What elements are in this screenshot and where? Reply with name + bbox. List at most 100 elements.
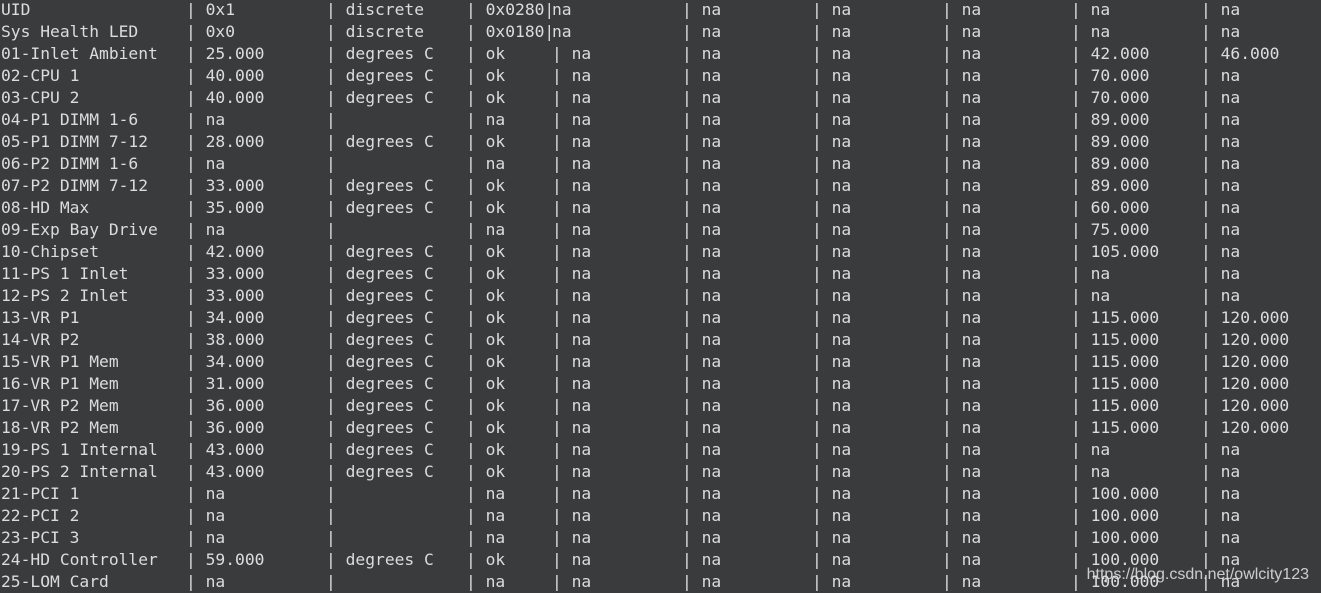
sensor-cell-col0: 10-Chipset: [1, 242, 100, 261]
sensor-cell-col0: 11-PS 1 Inlet: [1, 264, 129, 283]
sensor-row: 21-PCI 1 | na | | na | na | na | na | na | 100.0…: [0, 483, 1321, 505]
sensor-cell-col5: | na: [682, 528, 722, 547]
sensor-cell-col2: | degrees C: [326, 374, 434, 393]
sensor-cell-col6: | na: [812, 198, 852, 217]
sensor-cell-col1: | 0x1: [186, 0, 236, 19]
sensor-cell-col5: | na: [682, 220, 722, 239]
sensor-cell-col3: | 0x0280|: [466, 0, 555, 19]
sensor-cell-col4: | na: [552, 154, 592, 173]
sensor-cell-col1: | 25.000: [186, 44, 265, 63]
sensor-cell-col0: 18-VR P2 Mem: [1, 418, 119, 437]
sensor-cell-col3: | ok: [466, 550, 506, 569]
sensor-cell-col3: | na: [466, 572, 506, 591]
sensor-cell-col1: | 43.000: [186, 440, 265, 459]
sensor-cell-col6: | na: [812, 286, 852, 305]
sensor-cell-col1: | 59.000: [186, 550, 265, 569]
sensor-cell-col9: | na: [1201, 462, 1241, 481]
sensor-cell-col2: | degrees C: [326, 242, 434, 261]
sensor-cell-col7: | na: [942, 440, 982, 459]
sensor-cell-col5: | na: [682, 550, 722, 569]
sensor-cell-col5: | na: [682, 264, 722, 283]
sensor-cell-col7: | na: [942, 308, 982, 327]
sensor-cell-col6: | na: [812, 154, 852, 173]
sensor-cell-col5: | na: [682, 440, 722, 459]
sensor-cell-col5: | na: [682, 0, 722, 19]
sensor-cell-col3: | na: [466, 484, 506, 503]
sensor-cell-col7: | na: [942, 154, 982, 173]
sensor-cell-col4: | na: [552, 528, 592, 547]
sensor-cell-col9: | na: [1201, 66, 1241, 85]
sensor-cell-col3: | ok: [466, 88, 506, 107]
sensor-cell-col3: | ok: [466, 308, 506, 327]
sensor-row: 08-HD Max | 35.000 | degrees C | ok | na | na…: [0, 197, 1321, 219]
sensor-cell-col2: | degrees C: [326, 352, 434, 371]
sensor-cell-col3: | ok: [466, 396, 506, 415]
sensor-cell-col7: | na: [942, 264, 982, 283]
sensor-cell-col2: | degrees C: [326, 330, 434, 349]
sensor-cell-col5: | na: [682, 132, 722, 151]
sensor-cell-col8: | 89.000: [1071, 132, 1150, 151]
sensor-cell-col5: | na: [682, 110, 722, 129]
sensor-cell-col0: 09-Exp Bay Drive: [1, 220, 158, 239]
sensor-cell-col2: | degrees C: [326, 396, 434, 415]
sensor-row: 20-PS 2 Internal | 43.000 | degrees C | ok |…: [0, 461, 1321, 483]
sensor-cell-col9: | 120.000: [1201, 374, 1290, 393]
sensor-cell-col6: | na: [812, 330, 852, 349]
sensor-cell-col7: | na: [942, 220, 982, 239]
sensor-row: 16-VR P1 Mem | 31.000 | degrees C | ok | na |…: [0, 373, 1321, 395]
sensor-cell-col5: | na: [682, 88, 722, 107]
sensor-cell-col1: | 36.000: [186, 418, 265, 437]
sensor-cell-col4: na: [552, 22, 572, 41]
sensor-cell-col8: | 89.000: [1071, 176, 1150, 195]
sensor-cell-col6: | na: [812, 242, 852, 261]
sensor-row: UID | 0x1 | discrete | 0x0280| na | na | na | n…: [0, 0, 1321, 21]
sensor-cell-col0: 24-HD Controller: [1, 550, 158, 569]
sensor-cell-col7: | na: [942, 88, 982, 107]
sensor-cell-col3: | na: [466, 528, 506, 547]
sensor-cell-col7: | na: [942, 484, 982, 503]
sensor-cell-col0: UID: [1, 0, 31, 19]
sensor-cell-col5: | na: [682, 484, 722, 503]
sensor-cell-col6: | na: [812, 440, 852, 459]
sensor-cell-col9: | na: [1201, 220, 1241, 239]
terminal-output[interactable]: UID | 0x1 | discrete | 0x0280| na | na | na | n…: [0, 0, 1321, 593]
sensor-cell-col0: 22-PCI 2: [1, 506, 80, 525]
sensor-cell-col5: | na: [682, 154, 722, 173]
sensor-row: 07-P2 DIMM 7-12 | 33.000 | degrees C | ok | …: [0, 175, 1321, 197]
sensor-cell-col8: | na: [1071, 440, 1111, 459]
sensor-cell-col9: | 120.000: [1201, 308, 1290, 327]
sensor-cell-col3: | ok: [466, 374, 506, 393]
sensor-cell-col6: | na: [812, 66, 852, 85]
sensor-cell-col7: | na: [942, 506, 982, 525]
sensor-cell-col9: | na: [1201, 22, 1241, 41]
sensor-cell-col7: | na: [942, 374, 982, 393]
sensor-cell-col5: | na: [682, 462, 722, 481]
sensor-cell-col0: 19-PS 1 Internal: [1, 440, 158, 459]
sensor-cell-col2: |: [326, 506, 336, 525]
sensor-cell-col2: |: [326, 484, 336, 503]
sensor-cell-col7: | na: [942, 176, 982, 195]
sensor-cell-col1: | na: [186, 220, 226, 239]
sensor-row: 15-VR P1 Mem | 34.000 | degrees C | ok | na |…: [0, 351, 1321, 373]
sensor-cell-col8: | 115.000: [1071, 308, 1160, 327]
sensor-cell-col0: 03-CPU 2: [1, 88, 80, 107]
sensor-cell-col6: | na: [812, 308, 852, 327]
sensor-cell-col3: | 0x0180|: [466, 22, 555, 41]
sensor-cell-col8: | 105.000: [1071, 242, 1160, 261]
sensor-cell-col5: | na: [682, 66, 722, 85]
watermark: https://blog.csdn.net/owlcity123: [1086, 566, 1309, 583]
sensor-cell-col3: | na: [466, 506, 506, 525]
sensor-cell-col8: | 115.000: [1071, 396, 1160, 415]
sensor-cell-col1: | 43.000: [186, 462, 265, 481]
sensor-cell-col3: | ok: [466, 44, 506, 63]
sensor-cell-col9: | 120.000: [1201, 352, 1290, 371]
sensor-cell-col1: | 36.000: [186, 396, 265, 415]
sensor-cell-col0: 13-VR P1: [1, 308, 80, 327]
sensor-cell-col1: | 28.000: [186, 132, 265, 151]
sensor-cell-col0: 08-HD Max: [1, 198, 90, 217]
sensor-cell-col5: | na: [682, 308, 722, 327]
sensor-cell-col5: | na: [682, 44, 722, 63]
sensor-cell-col4: | na: [552, 462, 592, 481]
sensor-cell-col4: | na: [552, 264, 592, 283]
sensor-cell-col5: | na: [682, 506, 722, 525]
